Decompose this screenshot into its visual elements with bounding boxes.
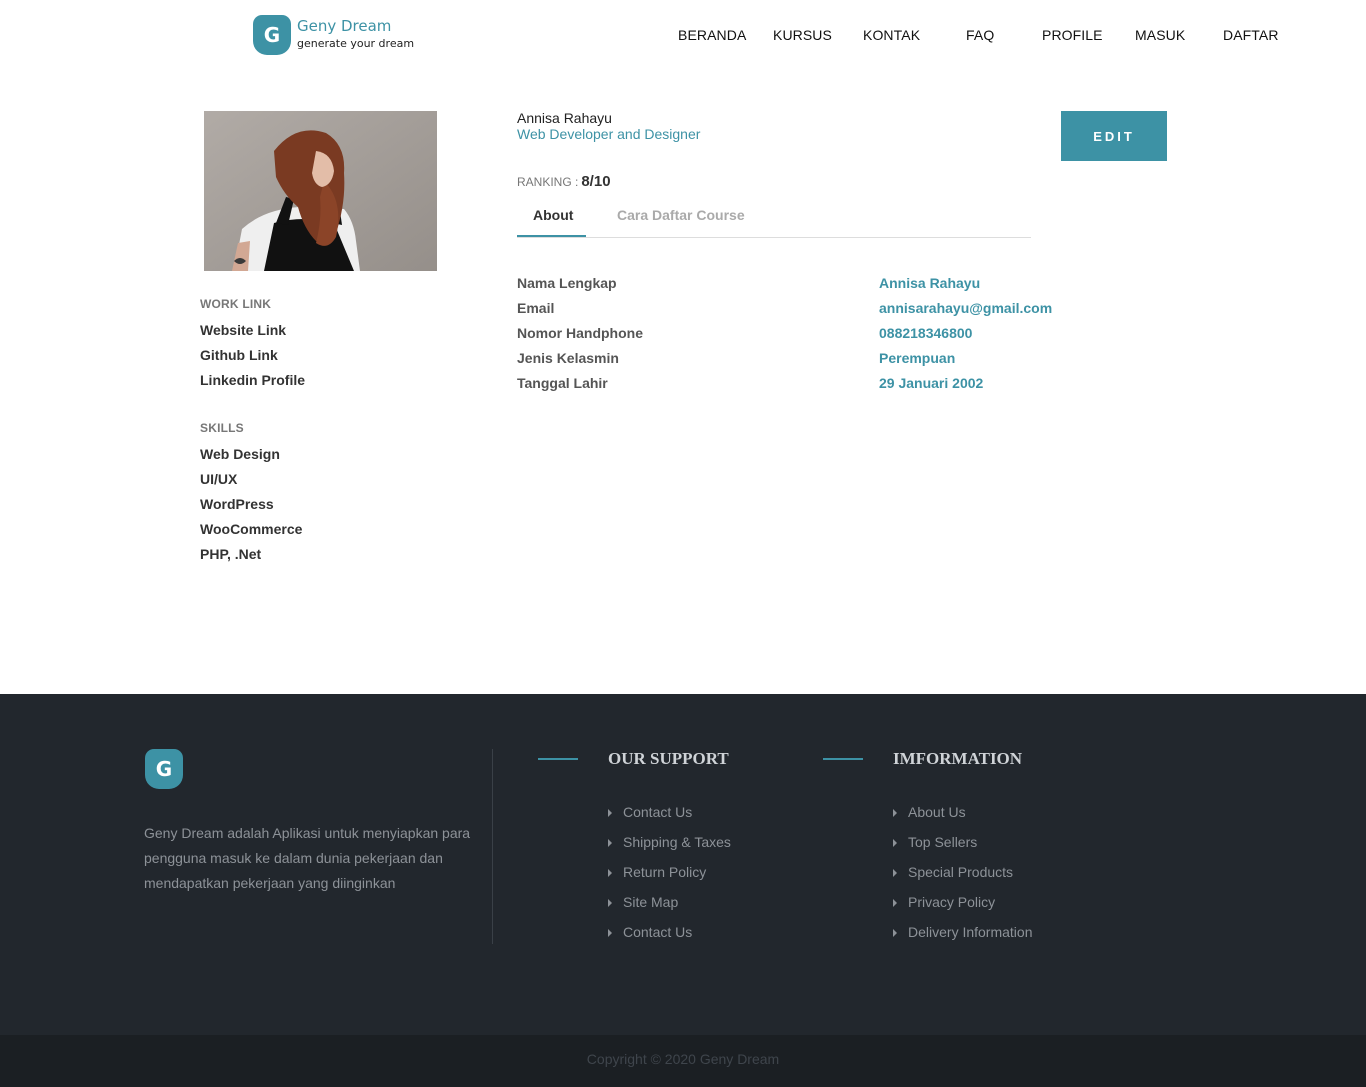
main-nav: BERANDA KURSUS KONTAK FAQ PROFILE MASUK … [0, 27, 1366, 47]
footer-link-special-products[interactable]: Special Products [893, 857, 1033, 887]
info-row-email: Email annisarahayu@gmail.com [517, 300, 1077, 325]
info-value: 088218346800 [879, 325, 973, 341]
info-label: Nomor Handphone [517, 325, 643, 341]
skill-item: WooCommerce [200, 521, 303, 537]
footer-link-site-map[interactable]: Site Map [608, 887, 731, 917]
footer-link-about-us[interactable]: About Us [893, 797, 1033, 827]
ranking: RANKING :8/10 [517, 173, 611, 190]
skills-list: Web Design UI/UX WordPress WooCommerce P… [200, 442, 302, 567]
list-item: Linkedin Profile [200, 368, 305, 393]
info-label: Email [517, 300, 555, 316]
caret-right-icon [893, 809, 897, 817]
footer-link-shipping-taxes[interactable]: Shipping & Taxes [608, 827, 731, 857]
caret-right-icon [893, 869, 897, 877]
footer-link-label: About Us [908, 804, 966, 820]
skill-item: Web Design [200, 446, 280, 462]
ranking-value: 8/10 [581, 173, 611, 190]
footer-link-return-policy[interactable]: Return Policy [608, 857, 731, 887]
footer-link-label: Return Policy [623, 864, 707, 880]
site-header: G Geny Dream generate your dream BERANDA… [0, 0, 1366, 70]
footer-logo-icon[interactable]: G [145, 749, 183, 789]
footer-link-label: Delivery Information [908, 924, 1033, 940]
footer-title-accent [823, 758, 863, 760]
skills-heading: SKILLS [200, 421, 244, 435]
footer-link-label: Site Map [623, 894, 679, 910]
profile-photo-image [204, 111, 437, 271]
nav-item-daftar[interactable]: DAFTAR [1223, 27, 1279, 43]
list-item: Github Link [200, 343, 305, 368]
info-value: annisarahayu@gmail.com [879, 300, 1053, 316]
copyright-text: Copyright © 2020 Geny Dream [586, 1051, 780, 1067]
footer-description: Geny Dream adalah Aplikasi untuk menyiap… [144, 825, 471, 891]
caret-right-icon [608, 899, 612, 907]
work-link-list: Website Link Github Link Linkedin Profil… [200, 318, 305, 393]
caret-right-icon [893, 899, 897, 907]
ranking-label: RANKING : [517, 175, 579, 189]
website-link[interactable]: Website Link [200, 322, 286, 338]
info-row-jenis-kelamin: Jenis Kelasmin Perempuan [517, 350, 1077, 375]
footer-link-contact-us-2[interactable]: Contact Us [608, 917, 731, 947]
footer-link-delivery-information[interactable]: Delivery Information [893, 917, 1033, 947]
footer-information-list: About Us Top Sellers Special Products Pr… [893, 797, 1033, 947]
info-label: Jenis Kelasmin [517, 350, 619, 366]
footer-link-top-sellers[interactable]: Top Sellers [893, 827, 1033, 857]
info-label: Nama Lengkap [517, 275, 617, 291]
work-link-section: WORK LINK Website Link Github Link Linke… [200, 297, 305, 393]
info-row-nama-lengkap: Nama Lengkap Annisa Rahayu [517, 275, 1077, 300]
profile-photo [204, 111, 437, 271]
info-value: Annisa Rahayu [879, 275, 981, 291]
footer-support-title: OUR SUPPORT [608, 749, 729, 768]
profile-tabs: About Cara Daftar Course [517, 200, 1031, 238]
caret-right-icon [608, 929, 612, 937]
footer-link-privacy-policy[interactable]: Privacy Policy [893, 887, 1033, 917]
skill-item: PHP, .Net [200, 546, 262, 562]
copyright-bar: Copyright © 2020 Geny Dream [0, 1035, 1366, 1087]
edit-button[interactable]: EDIT [1061, 111, 1167, 161]
info-value: 29 Januari 2002 [879, 375, 984, 391]
work-link-heading: WORK LINK [200, 297, 272, 311]
site-footer: G Geny Dream adalah Aplikasi untuk menyi… [0, 694, 1366, 1035]
footer-link-label: Shipping & Taxes [623, 834, 731, 850]
footer-link-label: Contact Us [623, 924, 693, 940]
footer-information-title: IMFORMATION [893, 749, 1023, 768]
footer-link-label: Privacy Policy [908, 894, 996, 910]
tab-about[interactable]: About [533, 207, 573, 223]
caret-right-icon [608, 809, 612, 817]
caret-right-icon [893, 929, 897, 937]
skill-item: UI/UX [200, 471, 238, 487]
footer-title-accent [538, 758, 578, 760]
info-value: Perempuan [879, 350, 956, 366]
github-link[interactable]: Github Link [200, 347, 278, 363]
nav-item-kontak[interactable]: KONTAK [863, 27, 920, 43]
profile-name: Annisa Rahayu [517, 110, 612, 126]
footer-support-list: Contact Us Shipping & Taxes Return Polic… [608, 797, 731, 947]
footer-link-label: Top Sellers [908, 834, 978, 850]
nav-item-beranda[interactable]: BERANDA [678, 27, 746, 43]
tab-cara-daftar-course[interactable]: Cara Daftar Course [617, 207, 745, 223]
nav-item-kursus[interactable]: KURSUS [773, 27, 832, 43]
nav-item-profile[interactable]: PROFILE [1042, 27, 1103, 43]
footer-link-contact-us[interactable]: Contact Us [608, 797, 731, 827]
linkedin-link[interactable]: Linkedin Profile [200, 372, 305, 388]
list-item: Website Link [200, 318, 305, 343]
info-row-nomor-handphone: Nomor Handphone 088218346800 [517, 325, 1077, 350]
profile-role: Web Developer and Designer [517, 126, 701, 142]
nav-item-faq[interactable]: FAQ [966, 27, 994, 43]
info-label: Tanggal Lahir [517, 375, 608, 391]
caret-right-icon [608, 839, 612, 847]
footer-link-label: Special Products [908, 864, 1014, 880]
caret-right-icon [893, 839, 897, 847]
nav-item-masuk[interactable]: MASUK [1135, 27, 1185, 43]
skill-item: WordPress [200, 496, 274, 512]
caret-right-icon [608, 869, 612, 877]
tab-active-indicator [517, 235, 586, 237]
skills-section: SKILLS Web Design UI/UX WordPress WooCom… [200, 421, 302, 567]
info-row-tanggal-lahir: Tanggal Lahir 29 Januari 2002 [517, 375, 1077, 400]
footer-link-label: Contact Us [623, 804, 693, 820]
footer-divider [492, 749, 493, 944]
